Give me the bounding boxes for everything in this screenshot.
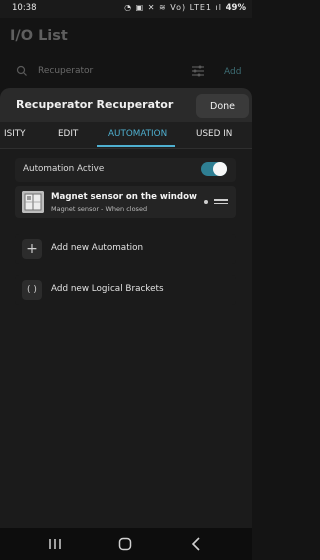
automation-item-subtitle: Magnet sensor - When closed — [51, 205, 148, 213]
brackets-icon: ( ) — [22, 280, 42, 300]
system-nav-bar — [0, 528, 252, 560]
automation-item-title: Magnet sensor on the window — [51, 192, 197, 202]
active-tab-indicator — [97, 145, 175, 147]
tab-automation[interactable]: AUTOMATION — [108, 129, 167, 139]
sheet-header: Recuperator Recuperator Done — [0, 88, 252, 122]
page-title: I/O List — [10, 28, 68, 44]
filter-icon[interactable] — [191, 65, 205, 77]
automation-active-toggle[interactable] — [201, 162, 227, 176]
automation-active-row: Automation Active — [15, 158, 236, 182]
status-time: 10:38 — [12, 3, 37, 13]
battery-level: 49% — [225, 3, 246, 13]
sheet-title: Recuperator Recuperator — [16, 98, 174, 111]
search-icon — [16, 65, 27, 76]
search-bar[interactable]: Recuperator — [8, 58, 188, 86]
status-bar: 10:38 ◔ ▣ ✕ ≋ Vo) LTE1 ıl 49% — [0, 0, 252, 18]
home-icon[interactable] — [118, 537, 132, 551]
add-automation-button[interactable]: + Add new Automation — [15, 234, 236, 264]
search-input[interactable]: Recuperator — [38, 66, 93, 76]
plus-icon: + — [22, 239, 42, 259]
automation-item[interactable]: Magnet sensor on the window Magnet senso… — [15, 186, 236, 218]
tab-bar: ISITY EDIT AUTOMATION USED IN — [0, 122, 252, 149]
toggle-knob — [213, 162, 227, 176]
recent-apps-icon[interactable] — [48, 538, 62, 550]
tab-isity[interactable]: ISITY — [4, 129, 26, 139]
bottom-sheet: Recuperator Recuperator Done ISITY EDIT … — [0, 88, 252, 528]
window-sensor-icon — [22, 191, 44, 213]
add-button[interactable]: Add — [224, 67, 241, 77]
back-icon[interactable] — [191, 537, 201, 551]
add-logical-brackets-label: Add new Logical Brackets — [51, 284, 164, 294]
drag-handle-icon[interactable] — [214, 197, 228, 207]
add-logical-brackets-button[interactable]: ( ) Add new Logical Brackets — [15, 275, 236, 305]
add-automation-label: Add new Automation — [51, 243, 144, 253]
tab-edit[interactable]: EDIT — [58, 129, 78, 139]
done-button[interactable]: Done — [196, 94, 249, 118]
tab-used-in[interactable]: USED IN — [196, 129, 232, 139]
status-dot-icon — [204, 200, 208, 204]
automation-active-label: Automation Active — [23, 164, 105, 174]
status-icons: ◔ ▣ ✕ ≋ Vo) LTE1 ıl — [124, 3, 222, 12]
